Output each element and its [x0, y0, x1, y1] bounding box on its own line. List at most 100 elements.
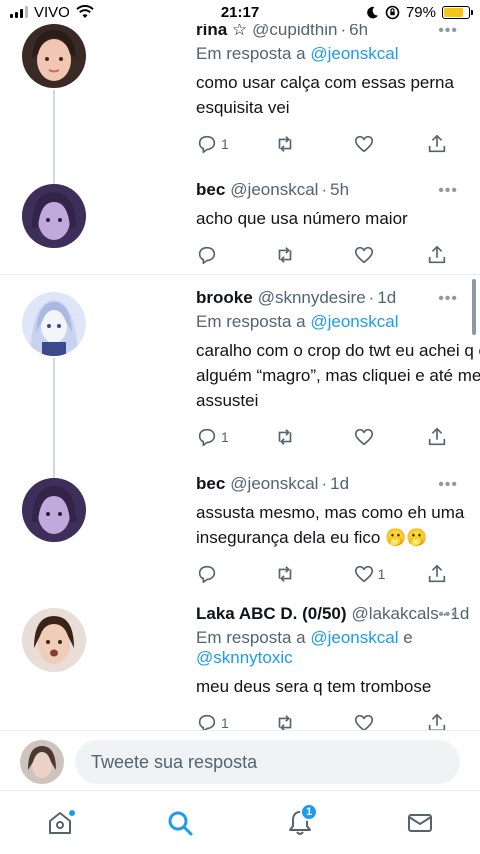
like-icon — [353, 426, 375, 448]
like-icon — [353, 133, 375, 155]
like-button[interactable] — [353, 133, 426, 155]
reply-input[interactable] — [75, 740, 460, 784]
share-button[interactable] — [426, 244, 448, 266]
display-name[interactable]: bec — [196, 180, 225, 200]
tweet-actions: 1 — [196, 132, 448, 156]
reply-icon — [196, 244, 218, 266]
reply-prefix: Em resposta a — [196, 312, 306, 331]
avatar[interactable] — [22, 292, 86, 356]
tweet[interactable]: brooke @sknnydesire · 1d Em resposta a @jeon… — [0, 288, 480, 478]
tab-notifications[interactable]: 1 — [270, 801, 330, 845]
display-name[interactable]: rina ☆ — [196, 24, 247, 40]
like-button[interactable] — [353, 244, 426, 266]
reply-context: Em resposta a @jeonskcal — [196, 44, 448, 64]
home-dot — [68, 808, 76, 817]
username[interactable]: @sknnydesire — [258, 288, 366, 308]
tweet-actions: 1 — [196, 711, 448, 730]
tab-bar: 1 — [0, 790, 480, 854]
share-button[interactable] — [426, 426, 448, 448]
tab-home[interactable] — [30, 801, 90, 845]
mention-link[interactable]: @jeonskcal — [310, 44, 398, 63]
battery-icon — [442, 5, 473, 19]
username[interactable]: @jeonskcal — [230, 474, 318, 494]
mention-link[interactable]: @jeonskcal — [310, 628, 398, 647]
share-button[interactable] — [426, 563, 448, 585]
reply-count: 1 — [221, 136, 229, 152]
reply-button[interactable]: 1 — [196, 133, 274, 155]
timestamp[interactable]: 6h — [349, 24, 368, 40]
mention-link[interactable]: @sknnytoxic — [196, 648, 293, 667]
tweet[interactable]: bec @jeonskcal · 1d assusta mesmo, mas como … — [0, 474, 480, 586]
retweet-icon — [274, 563, 296, 585]
avatar[interactable] — [22, 24, 86, 88]
retweet-icon — [274, 712, 296, 730]
like-button[interactable] — [353, 426, 426, 448]
messages-icon — [408, 813, 432, 832]
divider — [0, 274, 480, 275]
thread-line — [53, 358, 55, 478]
share-button[interactable] — [426, 712, 448, 730]
more-icon[interactable]: ••• — [438, 476, 458, 494]
reply-count: 1 — [221, 429, 229, 445]
share-icon — [426, 712, 448, 730]
reply-button[interactable]: 1 — [196, 712, 274, 730]
more-icon[interactable]: ••• — [438, 290, 458, 308]
tweet-text: acho que usa número maior — [196, 209, 408, 228]
retweet-button[interactable] — [274, 244, 352, 266]
status-bar: VIVO 21:17 79% — [0, 0, 480, 24]
timestamp[interactable]: 1d — [377, 288, 396, 308]
retweet-button[interactable] — [274, 133, 352, 155]
reply-bar — [0, 730, 480, 790]
like-button[interactable]: 1 — [353, 563, 426, 585]
tab-messages[interactable] — [390, 801, 450, 845]
reply-icon — [196, 426, 218, 448]
reply-button[interactable] — [196, 563, 274, 585]
retweet-icon — [274, 133, 296, 155]
conversation-feed[interactable]: rina ☆ @cupidthin · 6h Em resposta a @je… — [0, 24, 480, 730]
timestamp[interactable]: 5h — [330, 180, 349, 200]
avatar[interactable] — [22, 608, 86, 672]
reply-prefix: Em resposta a — [196, 628, 306, 647]
tweet-text: meu deus sera q tem trombose — [196, 677, 432, 696]
reply-icon — [196, 712, 218, 730]
username[interactable]: @cupidthin — [252, 24, 337, 40]
retweet-button[interactable] — [274, 563, 352, 585]
avatar[interactable] — [22, 184, 86, 248]
display-name[interactable]: Laka ABC D. (0/50) — [196, 604, 347, 624]
reply-context: Em resposta a @jeonskcal e @sknnytoxic — [196, 628, 448, 668]
reply-count: 1 — [221, 715, 229, 730]
reply-join: e — [403, 628, 413, 647]
more-icon[interactable]: ••• — [438, 182, 458, 200]
display-name[interactable]: bec — [196, 474, 225, 494]
reply-button[interactable]: 1 — [196, 426, 274, 448]
battery-percent: 79% — [405, 3, 436, 21]
timestamp[interactable]: 1d — [330, 474, 349, 494]
tweet-actions: 1 — [196, 425, 448, 449]
reply-button[interactable] — [196, 244, 274, 266]
more-icon[interactable]: ••• — [438, 24, 458, 40]
more-icon[interactable]: ••• — [438, 606, 458, 624]
mention-link[interactable]: @jeonskcal — [310, 312, 398, 331]
avatar[interactable] — [22, 478, 86, 542]
tweet[interactable]: bec @jeonskcal · 5h acho que usa número maio… — [0, 180, 480, 267]
moon-icon — [367, 6, 378, 18]
retweet-button[interactable] — [274, 426, 352, 448]
reply-icon — [196, 133, 218, 155]
username[interactable]: @lakakcals — [352, 604, 439, 624]
tweet[interactable]: Laka ABC D. (0/50) @lakakcals · 1d Em respos… — [0, 604, 480, 730]
status-right: 79% — [366, 3, 473, 21]
tweet-actions — [196, 243, 448, 267]
share-icon — [426, 133, 448, 155]
avatar[interactable] — [20, 740, 64, 784]
retweet-button[interactable] — [274, 712, 352, 730]
like-button[interactable] — [353, 712, 426, 730]
retweet-icon — [274, 426, 296, 448]
username[interactable]: @jeonskcal — [230, 180, 318, 200]
tweet[interactable]: rina ☆ @cupidthin · 6h Em resposta a @je… — [0, 24, 480, 184]
tweet-actions: 1 — [196, 562, 448, 586]
tab-search[interactable] — [150, 801, 210, 845]
share-button[interactable] — [426, 133, 448, 155]
reply-prefix: Em resposta a — [196, 44, 306, 63]
scrollbar[interactable] — [472, 279, 476, 335]
display-name[interactable]: brooke — [196, 288, 253, 308]
